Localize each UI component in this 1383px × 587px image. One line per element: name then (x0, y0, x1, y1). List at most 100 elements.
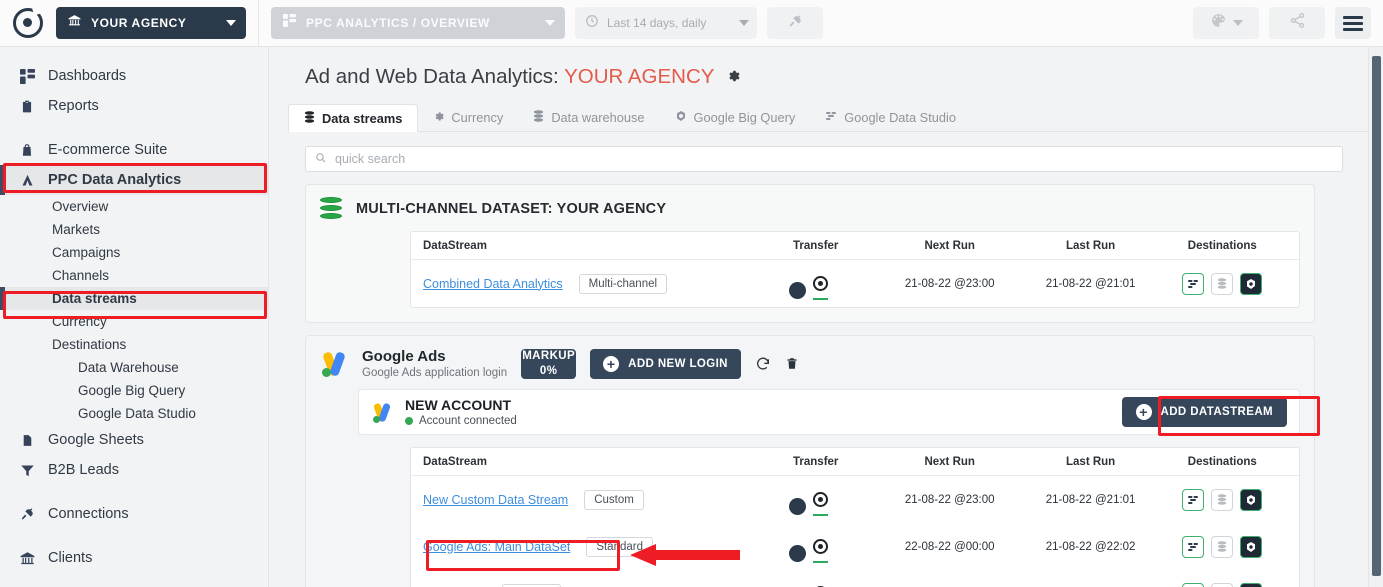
sidebar-item-data-warehouse[interactable]: Data Warehouse (0, 356, 268, 379)
sidebar-item-google-big-query[interactable]: Google Big Query (0, 379, 268, 402)
google-ads-icon (371, 401, 393, 423)
sidebar-label: Google Big Query (78, 383, 186, 398)
add-datastream-label: ADD DATASTREAM (1160, 406, 1273, 418)
plug-icon (18, 506, 36, 522)
preview-eye-button[interactable] (812, 539, 828, 563)
col-last-run: Last Run (1066, 455, 1116, 468)
add-new-login-button[interactable]: + ADD NEW LOGIN (590, 348, 741, 379)
sidebar-item-data-streams[interactable]: Data streams (0, 287, 268, 310)
table-row: Google Ads: Main DataSet Standard 22-08-… (411, 523, 1299, 570)
table-row: GADS Geo Custom 21-08-22 @23:00 21-08-22… (411, 570, 1299, 587)
destination-warehouse-button[interactable] (1211, 488, 1234, 511)
bag-icon (18, 143, 36, 158)
destination-warehouse-button[interactable] (1211, 582, 1234, 587)
destination-datastudio-button[interactable] (1182, 488, 1205, 511)
add-datastream-button[interactable]: + ADD DATASTREAM (1121, 397, 1287, 427)
tab-data-streams[interactable]: Data streams (288, 104, 419, 132)
preview-eye-button[interactable] (812, 276, 828, 300)
tab-google-big-query[interactable]: Google Big Query (660, 103, 811, 131)
provider-name: Google Ads (362, 348, 446, 365)
grid-icon (283, 14, 296, 32)
sidebar-item-google-sheets[interactable]: Google Sheets (0, 425, 268, 455)
connections-button[interactable] (767, 7, 823, 39)
eye-icon (812, 539, 828, 554)
sidebar-label: Clients (48, 550, 93, 566)
tab-label: Currency (451, 109, 504, 125)
chevron-down-icon (1232, 20, 1243, 26)
hamburger-menu-button[interactable] (1335, 7, 1371, 39)
datastudio-icon (825, 110, 837, 125)
tab-google-data-studio[interactable]: Google Data Studio (810, 103, 971, 131)
agency-selector[interactable]: YOUR AGENCY (56, 7, 246, 39)
destination-datastudio-button[interactable] (1182, 272, 1205, 295)
datastream-link[interactable]: Combined Data Analytics (423, 277, 563, 291)
app-logo[interactable] (0, 8, 56, 38)
content-area: MULTI-CHANNEL DATASET: YOUR AGENCY DataS… (269, 132, 1383, 587)
multichannel-dataset-card: MULTI-CHANNEL DATASET: YOUR AGENCY DataS… (305, 184, 1315, 323)
provider-subtitle: Google Ads application login (362, 367, 508, 379)
funnel-icon (18, 463, 36, 478)
clock-icon (585, 14, 599, 33)
gear-icon[interactable] (726, 70, 740, 87)
destination-bigquery-button[interactable] (1240, 582, 1263, 587)
sheet-icon (18, 433, 36, 448)
date-range-selector[interactable]: Last 14 days, daily (575, 7, 757, 39)
context-selector[interactable]: PPC ANALYTICS / OVERVIEW (271, 7, 565, 39)
refresh-button[interactable] (755, 356, 771, 372)
theme-button[interactable] (1193, 7, 1259, 39)
sidebar-item-dashboards[interactable]: Dashboards (0, 61, 268, 91)
datastream-link[interactable]: Google Ads: Main DataSet (423, 540, 570, 554)
share-icon (1289, 12, 1306, 34)
sidebar-item-connections[interactable]: Connections (0, 499, 268, 529)
sidebar-item-overview[interactable]: Overview (0, 195, 268, 218)
status-dot (405, 417, 413, 425)
datastream-link[interactable]: New Custom Data Stream (423, 493, 568, 507)
database-icon (304, 110, 315, 126)
sidebar-label: Google Data Studio (78, 406, 196, 421)
sidebar-item-campaigns[interactable]: Campaigns (0, 241, 268, 264)
destination-bigquery-button[interactable] (1240, 535, 1263, 558)
quick-search[interactable] (305, 146, 1343, 172)
sidebar-item-google-data-studio[interactable]: Google Data Studio (0, 402, 268, 425)
sidebar-item-reports[interactable]: Reports (0, 91, 268, 121)
sidebar-label: Destinations (52, 337, 127, 352)
tab-currency[interactable]: Currency (418, 103, 518, 131)
markup-button[interactable]: MARKUP 0% (521, 348, 577, 379)
destination-warehouse-button[interactable] (1211, 272, 1234, 295)
col-transfer: Transfer (793, 239, 839, 252)
preview-eye-button[interactable] (812, 492, 828, 516)
destination-datastudio-button[interactable] (1182, 582, 1205, 587)
page-title-accent: YOUR AGENCY (564, 65, 715, 88)
eye-icon (812, 492, 828, 507)
google-ads-card: Google Ads Google Ads application login … (305, 335, 1315, 587)
bank-icon (18, 551, 36, 566)
sidebar-item-destinations[interactable]: Destinations (0, 333, 268, 356)
grid-icon (18, 68, 36, 84)
next-run-value: 22-08-22 @00:00 (904, 540, 995, 553)
share-button[interactable] (1269, 7, 1325, 39)
destination-warehouse-button[interactable] (1211, 535, 1234, 558)
sidebar-item-clients[interactable]: Clients (0, 543, 268, 573)
destination-datastudio-button[interactable] (1182, 535, 1205, 558)
destination-bigquery-button[interactable] (1240, 272, 1263, 295)
sidebar-item-ecommerce-suite[interactable]: E-commerce Suite (0, 135, 268, 165)
delete-button[interactable] (785, 356, 799, 371)
col-destinations: Destinations (1187, 239, 1257, 252)
sidebar-item-ppc-data-analytics[interactable]: PPC Data Analytics (0, 165, 268, 195)
tab-label: Google Data Studio (844, 109, 956, 125)
sidebar-item-b2b-leads[interactable]: B2B Leads (0, 455, 268, 485)
destination-bigquery-button[interactable] (1240, 488, 1263, 511)
sidebar-item-currency[interactable]: Currency (0, 310, 268, 333)
tab-data-warehouse[interactable]: Data warehouse (518, 103, 659, 131)
col-destinations: Destinations (1187, 455, 1257, 468)
sidebar-item-channels[interactable]: Channels (0, 264, 268, 287)
col-last-run: Last Run (1066, 239, 1116, 252)
sidebar: Dashboards Reports E-commerce Suite PPC … (0, 47, 269, 587)
scrollbar-thumb[interactable] (1372, 56, 1381, 576)
col-datastream: DataStream (423, 455, 487, 468)
sidebar-item-markets[interactable]: Markets (0, 218, 268, 241)
table-header-row: DataStream Transfer Next Run Last Run De… (411, 448, 1299, 476)
col-transfer: Transfer (793, 455, 839, 468)
sidebar-label: Dashboards (48, 68, 127, 84)
search-input[interactable] (335, 152, 1333, 166)
